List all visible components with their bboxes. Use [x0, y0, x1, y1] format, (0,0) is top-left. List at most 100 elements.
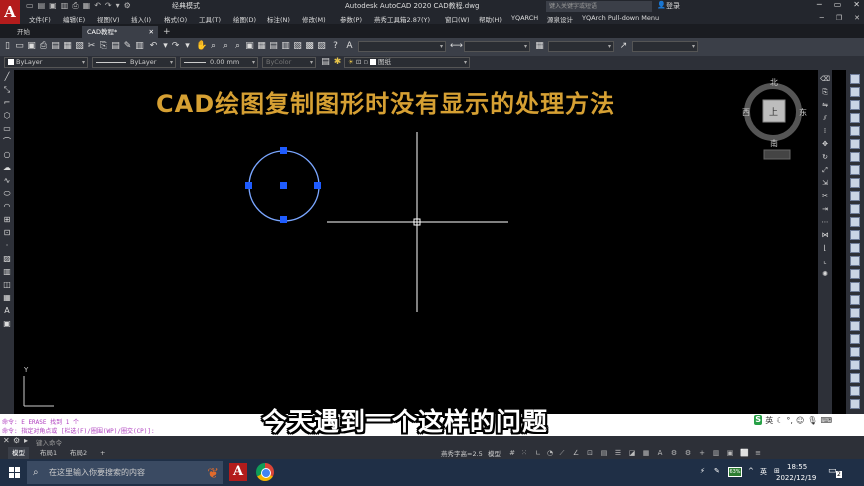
explode-icon[interactable]: ✺ — [820, 269, 830, 279]
plugin-tool-4-icon[interactable] — [850, 113, 860, 123]
menu-yuanquan[interactable]: 源泉设计 — [547, 14, 573, 24]
plugin-tool-19-icon[interactable] — [850, 308, 860, 318]
menu-tools[interactable]: 工具(T) — [199, 14, 221, 24]
lineweight-icon[interactable]: ☰ — [614, 449, 622, 457]
snap-icon[interactable]: ⁙ — [520, 449, 528, 457]
undo-icon[interactable]: ↶ — [94, 1, 101, 11]
xref-icon[interactable]: ▨ — [316, 41, 327, 52]
ime-keyboard-icon[interactable]: ⌨ — [820, 416, 832, 425]
dim-style-icon[interactable]: ⟷ — [450, 41, 463, 52]
transparency-icon[interactable]: ◪ — [628, 449, 636, 457]
layer-color-combo[interactable]: ByLayer ▾ — [4, 57, 88, 68]
print-icon[interactable]: ⎙ — [72, 1, 78, 11]
grip-left[interactable] — [245, 182, 252, 189]
insert-block-icon[interactable]: ⊞ — [2, 215, 12, 225]
new-tab-button[interactable]: + — [158, 26, 176, 38]
tray-ime[interactable]: 英 — [760, 467, 767, 477]
menu-view[interactable]: 视图(V) — [97, 14, 120, 24]
osnap-icon[interactable]: ⊡ — [586, 449, 594, 457]
viewcube-south[interactable]: 南 — [770, 138, 778, 149]
region-icon[interactable]: ◫ — [2, 280, 12, 290]
layer-lightbulb-icon[interactable]: ✱ — [332, 57, 343, 68]
cut-icon[interactable]: ✂ — [86, 41, 97, 52]
plugin-tool-13-icon[interactable] — [850, 230, 860, 240]
menu-window[interactable]: 窗口(W) — [445, 14, 470, 24]
workspace-name[interactable]: 经典模式 — [172, 1, 200, 11]
taskbar-search-input[interactable]: ⌕ 在这里输入你要搜索的内容 ❦ — [27, 461, 223, 484]
annotation-scale-icon[interactable]: A — [656, 449, 664, 457]
menu-yanxiu[interactable]: 燕秀工具箱2.87(Y) — [374, 14, 430, 24]
plot-style-combo[interactable]: ByColor ▾ — [262, 57, 316, 68]
grid-icon[interactable]: # — [508, 449, 516, 457]
table-style-combo[interactable]: ▾ — [548, 41, 614, 52]
linetype-combo[interactable]: ByLayer ▾ — [92, 57, 176, 68]
gradient-icon[interactable]: ▥ — [2, 267, 12, 277]
layer-manager-icon[interactable]: ▤ — [320, 57, 331, 68]
doc-restore-icon[interactable]: ❐ — [836, 14, 842, 22]
grip-top[interactable] — [280, 147, 287, 154]
save-file-icon[interactable]: ▣ — [26, 41, 37, 52]
minimize-icon[interactable]: ─ — [817, 0, 822, 9]
plugin-tool-24-icon[interactable] — [850, 373, 860, 383]
ellipse-icon[interactable]: ⬭ — [2, 189, 12, 199]
ime-dot-icon[interactable]: °, — [786, 416, 793, 425]
table-icon[interactable]: ▦ — [2, 293, 12, 303]
viewcube-east[interactable]: 东 — [799, 107, 807, 118]
mleader-style-combo[interactable]: ▾ — [632, 41, 698, 52]
add-layout-button[interactable]: + — [96, 447, 109, 459]
redo-dropdown-icon[interactable]: ▾ — [182, 41, 193, 52]
maximize-icon[interactable]: ▭ — [834, 0, 842, 9]
redo-tb-icon[interactable]: ↷ — [170, 41, 181, 52]
new-icon[interactable]: ▯ — [2, 41, 13, 52]
clock-time[interactable]: 18:55 — [787, 463, 807, 471]
plugin-tool-3-icon[interactable] — [850, 100, 860, 110]
erase-icon[interactable]: ⌫ — [820, 74, 830, 84]
plugin-tool-12-icon[interactable] — [850, 217, 860, 227]
polygon-icon[interactable]: ⬡ — [2, 111, 12, 121]
tray-battery-plug-icon[interactable]: ⚡ — [700, 467, 705, 475]
hatch-icon[interactable]: ▨ — [2, 254, 12, 264]
plugin-tool-6-icon[interactable] — [850, 139, 860, 149]
plugin-tool-21-icon[interactable] — [850, 334, 860, 344]
undo-tb-icon[interactable]: ↶ — [148, 41, 159, 52]
grip-bottom[interactable] — [280, 216, 287, 223]
array-icon[interactable]: ⁞ — [820, 126, 830, 136]
osnap-tracking-icon[interactable]: ∠ — [572, 449, 580, 457]
menu-edit[interactable]: 编辑(E) — [63, 14, 85, 24]
tray-chevron-icon[interactable]: ^ — [748, 467, 754, 475]
open-file-icon[interactable]: ▭ — [14, 41, 25, 52]
save-as-icon[interactable]: ▥ — [61, 1, 69, 11]
model-space-toggle[interactable]: 模型 — [488, 448, 501, 458]
menu-yqarch-pulldown[interactable]: YQArch Pull-down Menu — [582, 14, 659, 22]
battery-indicator[interactable]: 63% — [728, 467, 742, 477]
revcloud-icon[interactable]: ☁ — [2, 163, 12, 173]
customization-icon[interactable]: ≡ — [754, 449, 762, 457]
redo-icon[interactable]: ↷ — [105, 1, 112, 11]
tab-close-icon[interactable]: ✕ — [149, 26, 154, 38]
user-icon[interactable]: 👤 — [657, 1, 666, 9]
hardware-accel-icon[interactable]: ▣ — [726, 449, 734, 457]
plugin-tool-15-icon[interactable] — [850, 256, 860, 266]
mleader-style-icon[interactable]: ↗ — [618, 41, 629, 52]
doc-close-icon[interactable]: ✕ — [854, 14, 860, 22]
table-style-icon[interactable]: ▦ — [534, 41, 545, 52]
zoom-window-icon[interactable]: ⌕ — [220, 41, 231, 52]
taskbar-chrome-icon[interactable] — [256, 463, 274, 481]
properties-icon[interactable]: ▣ — [244, 41, 255, 52]
viewcube-top-label[interactable]: 上 — [769, 105, 778, 118]
publish-icon[interactable]: ▦ — [62, 41, 73, 52]
plugin-tool-11-icon[interactable] — [850, 204, 860, 214]
grip-right[interactable] — [314, 182, 321, 189]
spline-icon[interactable]: ∿ — [2, 176, 12, 186]
add-selected-icon[interactable]: ▣ — [2, 319, 12, 329]
xline-icon[interactable]: ⤡ — [2, 85, 12, 95]
extend-icon[interactable]: ⇥ — [820, 204, 830, 214]
workspace-switch-icon[interactable]: ⚙ — [684, 449, 692, 457]
ime-lang[interactable]: 英 — [765, 415, 773, 426]
tab-start[interactable]: 开始 — [12, 26, 35, 38]
ime-toolbar[interactable]: S 英 ☾ °, ☺ 🎙 ⌨ — [752, 414, 832, 426]
scale-icon[interactable]: ⤢ — [820, 165, 830, 175]
ellipse-arc-icon[interactable]: ◠ — [2, 202, 12, 212]
polar-icon[interactable]: ◔ — [546, 449, 554, 457]
layout-tab-1[interactable]: 布局1 — [36, 447, 61, 459]
